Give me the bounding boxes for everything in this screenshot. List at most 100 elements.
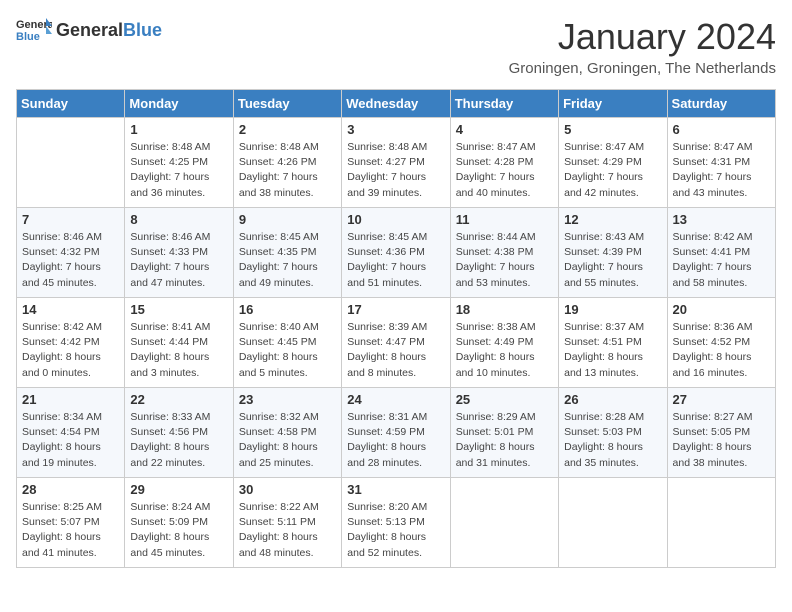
calendar-table: Sunday Monday Tuesday Wednesday Thursday… [16,89,776,568]
day-number: 28 [22,482,119,497]
header-wednesday: Wednesday [342,90,450,118]
calendar-week-row: 14 Sunrise: 8:42 AMSunset: 4:42 PMDaylig… [17,298,776,388]
day-number: 18 [456,302,553,317]
day-info: Sunrise: 8:47 AMSunset: 4:28 PMDaylight:… [456,140,553,201]
day-info: Sunrise: 8:47 AMSunset: 4:31 PMDaylight:… [673,140,770,201]
table-row: 4 Sunrise: 8:47 AMSunset: 4:28 PMDayligh… [450,118,558,208]
day-number: 8 [130,212,227,227]
logo-text-blue: Blue [123,20,162,41]
calendar-week-row: 7 Sunrise: 8:46 AMSunset: 4:32 PMDayligh… [17,208,776,298]
table-row: 3 Sunrise: 8:48 AMSunset: 4:27 PMDayligh… [342,118,450,208]
table-row: 24 Sunrise: 8:31 AMSunset: 4:59 PMDaylig… [342,388,450,478]
day-number: 15 [130,302,227,317]
day-number: 2 [239,122,336,137]
table-row: 29 Sunrise: 8:24 AMSunset: 5:09 PMDaylig… [125,478,233,568]
table-row: 27 Sunrise: 8:27 AMSunset: 5:05 PMDaylig… [667,388,775,478]
day-info: Sunrise: 8:31 AMSunset: 4:59 PMDaylight:… [347,410,444,471]
table-row: 19 Sunrise: 8:37 AMSunset: 4:51 PMDaylig… [559,298,667,388]
day-number: 12 [564,212,661,227]
header-sunday: Sunday [17,90,125,118]
table-row: 9 Sunrise: 8:45 AMSunset: 4:35 PMDayligh… [233,208,341,298]
day-info: Sunrise: 8:44 AMSunset: 4:38 PMDaylight:… [456,230,553,291]
day-info: Sunrise: 8:48 AMSunset: 4:25 PMDaylight:… [130,140,227,201]
day-number: 14 [22,302,119,317]
calendar-week-row: 28 Sunrise: 8:25 AMSunset: 5:07 PMDaylig… [17,478,776,568]
day-number: 7 [22,212,119,227]
day-number: 4 [456,122,553,137]
table-row: 1 Sunrise: 8:48 AMSunset: 4:25 PMDayligh… [125,118,233,208]
day-info: Sunrise: 8:42 AMSunset: 4:41 PMDaylight:… [673,230,770,291]
day-info: Sunrise: 8:22 AMSunset: 5:11 PMDaylight:… [239,500,336,561]
table-row [667,478,775,568]
day-info: Sunrise: 8:39 AMSunset: 4:47 PMDaylight:… [347,320,444,381]
day-info: Sunrise: 8:48 AMSunset: 4:27 PMDaylight:… [347,140,444,201]
table-row: 22 Sunrise: 8:33 AMSunset: 4:56 PMDaylig… [125,388,233,478]
day-number: 9 [239,212,336,227]
calendar-week-row: 1 Sunrise: 8:48 AMSunset: 4:25 PMDayligh… [17,118,776,208]
logo: General Blue General Blue [16,16,162,44]
day-info: Sunrise: 8:46 AMSunset: 4:32 PMDaylight:… [22,230,119,291]
table-row: 14 Sunrise: 8:42 AMSunset: 4:42 PMDaylig… [17,298,125,388]
header-friday: Friday [559,90,667,118]
table-row [559,478,667,568]
svg-text:Blue: Blue [16,31,40,43]
day-info: Sunrise: 8:45 AMSunset: 4:35 PMDaylight:… [239,230,336,291]
table-row: 8 Sunrise: 8:46 AMSunset: 4:33 PMDayligh… [125,208,233,298]
day-info: Sunrise: 8:24 AMSunset: 5:09 PMDaylight:… [130,500,227,561]
logo-text-general: General [56,20,123,41]
table-row: 10 Sunrise: 8:45 AMSunset: 4:36 PMDaylig… [342,208,450,298]
day-info: Sunrise: 8:20 AMSunset: 5:13 PMDaylight:… [347,500,444,561]
day-info: Sunrise: 8:47 AMSunset: 4:29 PMDaylight:… [564,140,661,201]
day-number: 30 [239,482,336,497]
day-info: Sunrise: 8:32 AMSunset: 4:58 PMDaylight:… [239,410,336,471]
header-row: Sunday Monday Tuesday Wednesday Thursday… [17,90,776,118]
table-row: 18 Sunrise: 8:38 AMSunset: 4:49 PMDaylig… [450,298,558,388]
table-row: 12 Sunrise: 8:43 AMSunset: 4:39 PMDaylig… [559,208,667,298]
header: General Blue General Blue January 2024 G… [16,16,776,77]
day-info: Sunrise: 8:25 AMSunset: 5:07 PMDaylight:… [22,500,119,561]
day-info: Sunrise: 8:41 AMSunset: 4:44 PMDaylight:… [130,320,227,381]
table-row: 5 Sunrise: 8:47 AMSunset: 4:29 PMDayligh… [559,118,667,208]
table-row: 30 Sunrise: 8:22 AMSunset: 5:11 PMDaylig… [233,478,341,568]
day-info: Sunrise: 8:46 AMSunset: 4:33 PMDaylight:… [130,230,227,291]
table-row: 26 Sunrise: 8:28 AMSunset: 5:03 PMDaylig… [559,388,667,478]
table-row: 20 Sunrise: 8:36 AMSunset: 4:52 PMDaylig… [667,298,775,388]
day-number: 22 [130,392,227,407]
day-info: Sunrise: 8:45 AMSunset: 4:36 PMDaylight:… [347,230,444,291]
day-number: 31 [347,482,444,497]
day-number: 5 [564,122,661,137]
table-row: 16 Sunrise: 8:40 AMSunset: 4:45 PMDaylig… [233,298,341,388]
day-info: Sunrise: 8:29 AMSunset: 5:01 PMDaylight:… [456,410,553,471]
day-info: Sunrise: 8:42 AMSunset: 4:42 PMDaylight:… [22,320,119,381]
day-info: Sunrise: 8:28 AMSunset: 5:03 PMDaylight:… [564,410,661,471]
day-info: Sunrise: 8:36 AMSunset: 4:52 PMDaylight:… [673,320,770,381]
table-row: 21 Sunrise: 8:34 AMSunset: 4:54 PMDaylig… [17,388,125,478]
month-title: January 2024 [509,16,776,58]
table-row: 6 Sunrise: 8:47 AMSunset: 4:31 PMDayligh… [667,118,775,208]
day-number: 10 [347,212,444,227]
day-number: 1 [130,122,227,137]
table-row: 2 Sunrise: 8:48 AMSunset: 4:26 PMDayligh… [233,118,341,208]
day-number: 11 [456,212,553,227]
table-row: 17 Sunrise: 8:39 AMSunset: 4:47 PMDaylig… [342,298,450,388]
day-info: Sunrise: 8:48 AMSunset: 4:26 PMDaylight:… [239,140,336,201]
calendar-week-row: 21 Sunrise: 8:34 AMSunset: 4:54 PMDaylig… [17,388,776,478]
logo-icon: General Blue [16,16,52,44]
table-row: 28 Sunrise: 8:25 AMSunset: 5:07 PMDaylig… [17,478,125,568]
day-number: 24 [347,392,444,407]
day-number: 16 [239,302,336,317]
day-number: 29 [130,482,227,497]
calendar-header: Sunday Monday Tuesday Wednesday Thursday… [17,90,776,118]
table-row: 31 Sunrise: 8:20 AMSunset: 5:13 PMDaylig… [342,478,450,568]
location-title: Groningen, Groningen, The Netherlands [509,60,776,77]
day-number: 19 [564,302,661,317]
day-number: 23 [239,392,336,407]
table-row [450,478,558,568]
table-row: 23 Sunrise: 8:32 AMSunset: 4:58 PMDaylig… [233,388,341,478]
day-number: 26 [564,392,661,407]
header-thursday: Thursday [450,90,558,118]
day-number: 6 [673,122,770,137]
table-row [17,118,125,208]
header-monday: Monday [125,90,233,118]
day-info: Sunrise: 8:27 AMSunset: 5:05 PMDaylight:… [673,410,770,471]
